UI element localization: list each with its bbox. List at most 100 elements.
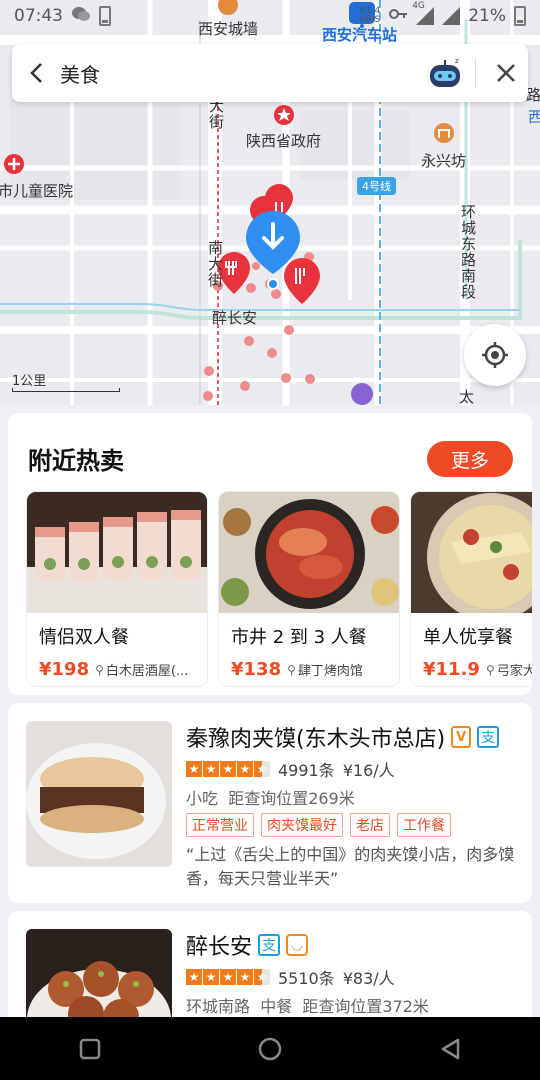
map-label-zuichangan[interactable]: 醉长安 <box>212 307 257 328</box>
status-time: 07:43 <box>14 6 63 26</box>
locate-me-button[interactable] <box>464 324 526 386</box>
deal-shop: 肆丁烤肉馆 <box>297 664 363 679</box>
search-divider <box>475 59 476 87</box>
deal-shop: 白木居酒屋(... <box>105 664 189 679</box>
poi-rating-row: ★ ★ ★ ★ ★ 4991条 ¥16/人 <box>186 757 395 781</box>
crosshair-icon <box>482 342 508 368</box>
more-button[interactable]: 更多 <box>427 441 513 477</box>
system-nav-bar <box>0 1017 540 1080</box>
star-icon: ★ <box>220 969 236 985</box>
alipay-icon: 支 <box>477 726 500 748</box>
location-pin-icon: ⚲ <box>95 662 104 677</box>
deal-card[interactable]: 情侣双人餐 ¥198 ⚲ 白木居酒屋(... <box>26 491 208 687</box>
poi-quote: “上过《舌尖上的中国》的肉夹馍小店，肉多馍香，每天只营业半天” <box>186 845 515 888</box>
deal-image <box>27 492 207 613</box>
map-label-tai: 太 <box>459 388 475 405</box>
poi-rating-row: ★ ★ ★ ★ ★ 5510条 ¥83/人 <box>186 965 395 989</box>
triangle-back-icon <box>441 1038 460 1059</box>
star-icon: ★ <box>186 761 202 777</box>
poi-name: 秦豫肉夹馍(东木头市总店) <box>186 727 446 752</box>
home-button[interactable] <box>240 1019 300 1079</box>
back-arrow-icon <box>30 63 42 83</box>
robot-icon: z <box>430 57 460 87</box>
poi-category: 小吃 <box>186 789 219 808</box>
deal-price: ¥198 <box>39 659 90 680</box>
poi-category: 中餐 <box>260 997 293 1016</box>
star-icon: ★ <box>237 969 253 985</box>
map-label-hospital[interactable]: 市儿童医院 <box>0 180 73 201</box>
poi-area: 环城南路 <box>186 997 251 1016</box>
deal-price: ¥138 <box>231 659 282 680</box>
deal-card[interactable]: 市井 2 到 3 人餐 ¥138 ⚲ 肆丁烤肉馆 <box>218 491 400 687</box>
rating-stars: ★ ★ ★ ★ ★ <box>186 761 270 777</box>
map-scale-label: 1公里 <box>12 374 47 389</box>
poi-tag: 肉夹馍最好 <box>261 813 343 837</box>
star-icon: ★ <box>220 761 236 777</box>
map-label-xi-edge: 西 <box>528 108 540 126</box>
deal-name: 单人优享餐 <box>423 627 513 648</box>
battery-text: 21% <box>468 6 506 26</box>
poi-category-row: 环城南路 中餐 距查询位置372米 <box>186 993 429 1017</box>
deal-name: 情侣双人餐 <box>39 627 129 648</box>
poi-reviews: 5510条 <box>278 969 335 988</box>
map-label-south-street: 南大街 <box>206 240 224 288</box>
poi-distance: 距查询位置372米 <box>302 997 429 1016</box>
clear-search-button[interactable] <box>484 51 528 95</box>
poi-name: 醉长安 <box>186 935 253 960</box>
battery-icon <box>514 6 526 26</box>
poi-tag: 正常营业 <box>186 813 254 837</box>
back-nav-button[interactable] <box>420 1019 480 1079</box>
map-label-gov[interactable]: 陕西省政府 <box>246 130 321 151</box>
star-icon: ★ <box>186 969 202 985</box>
poi-card[interactable]: 秦豫肉夹馍(东木头市总店) V 支 ★ ★ ★ ★ ★ 4991条 ¥16/人 … <box>8 703 532 903</box>
map-label-yongxing[interactable]: 永兴坊 <box>421 150 466 171</box>
signal-label: 4G <box>412 1 425 11</box>
results-panel[interactable]: 附近热卖 更多 情侣双人餐 ¥198 ⚲ 白木居酒屋(... 市井 2 到 3 … <box>0 405 540 1017</box>
deals-list[interactable]: 情侣双人餐 ¥198 ⚲ 白木居酒屋(... 市井 2 到 3 人餐 ¥138 … <box>26 491 532 687</box>
rating-stars: ★ ★ ★ ★ ★ <box>186 969 270 985</box>
map-label-east-road: 环城东路南段 <box>459 204 477 300</box>
deal-price: ¥11.9 <box>423 659 480 680</box>
verified-v-icon: V <box>451 726 472 748</box>
poi-category-row: 小吃 距查询位置269米 <box>186 785 355 809</box>
square-icon <box>79 1038 101 1059</box>
poi-tag: 老店 <box>350 813 390 837</box>
battery-saver-icon <box>99 6 111 26</box>
map-scale-bar <box>12 388 120 392</box>
poi-card[interactable]: 醉长安 支 ◡ ★ ★ ★ ★ ★ 5510条 ¥83/人 环城南路 中餐 距查… <box>8 911 532 1017</box>
poi-title[interactable]: 秦豫肉夹馍(东木头市总店) V 支 <box>186 721 500 753</box>
half-star-icon: ★ <box>254 761 270 777</box>
svg-text:z: z <box>455 57 459 65</box>
map-label-north-street: 大街 <box>207 98 225 130</box>
deal-name: 市井 2 到 3 人餐 <box>231 627 367 648</box>
deal-shop: 弓家大 <box>496 664 532 679</box>
search-input[interactable]: 美食 <box>60 59 423 88</box>
poi-title[interactable]: 醉长安 支 ◡ <box>186 929 309 961</box>
search-bar: 美食 z <box>12 44 528 102</box>
location-pin-icon: ⚲ <box>485 662 495 677</box>
back-button[interactable] <box>12 44 60 102</box>
star-icon: ★ <box>203 969 219 985</box>
net-speed: 61.4 KB/S <box>359 7 380 25</box>
recents-button[interactable] <box>60 1019 120 1079</box>
metro-line-tag: 4号线 <box>357 177 396 195</box>
location-pin-icon: ⚲ <box>287 662 296 677</box>
half-star-icon: ★ <box>254 969 270 985</box>
deal-card[interactable]: 单人优享餐 ¥11.9 ⚲ 弓家大 <box>410 491 532 687</box>
poi-price: ¥83/人 <box>342 969 395 988</box>
deal-image <box>411 492 532 613</box>
shield-icon: ◡ <box>286 934 309 956</box>
close-icon <box>497 64 515 82</box>
poi-tags: 正常营业 肉夹馍最好 老店 工作餐 <box>186 813 451 837</box>
circle-icon <box>258 1037 282 1060</box>
poi-tag: 工作餐 <box>397 813 451 837</box>
key-icon <box>388 5 408 28</box>
map-label-road-edge: 路 <box>526 86 540 104</box>
poi-image <box>26 721 172 867</box>
signal-icon <box>442 7 461 25</box>
star-icon: ★ <box>203 761 219 777</box>
poi-image <box>26 929 172 1017</box>
assistant-robot-button[interactable]: z <box>423 51 467 95</box>
wechat-icon <box>71 5 91 28</box>
poi-price: ¥16/人 <box>342 761 395 780</box>
